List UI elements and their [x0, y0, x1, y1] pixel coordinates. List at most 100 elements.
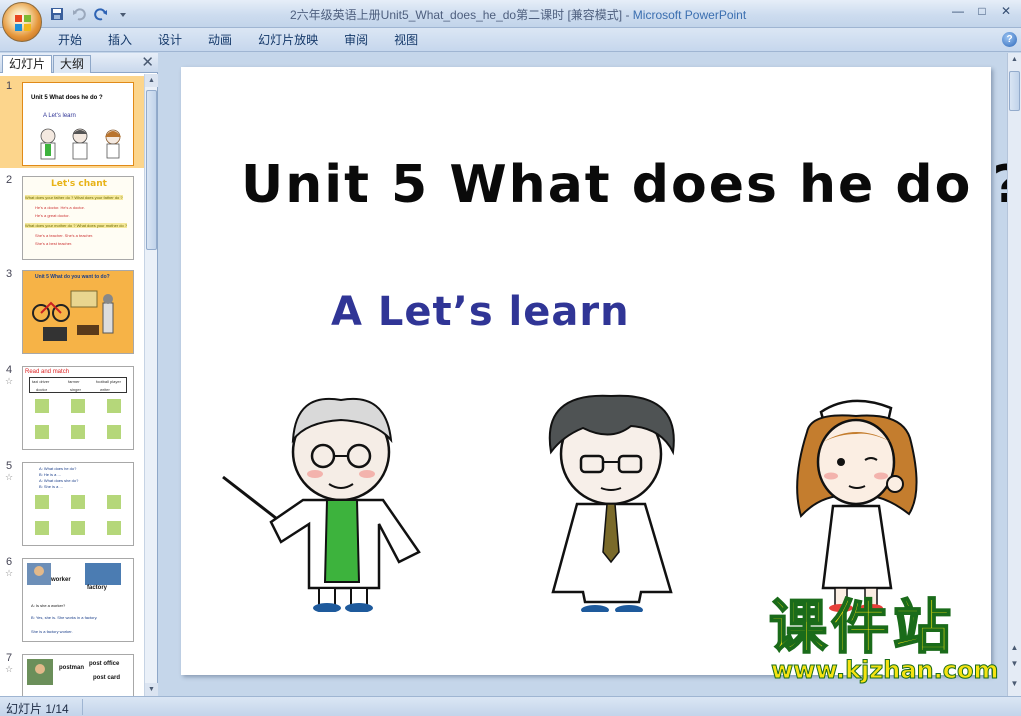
- job-characters-illustration[interactable]: [211, 392, 971, 612]
- tools-thumbnail: [32, 290, 114, 341]
- match-icons-thumbnail: [35, 399, 121, 439]
- scroll-up-icon[interactable]: ▲: [1008, 53, 1021, 67]
- thumb-title: Let's chant: [51, 179, 107, 189]
- thumb-line: He's a doctor. He's a doctor.: [35, 205, 85, 210]
- slide-indicator: 幻灯片 1/14: [6, 702, 69, 716]
- next-slide-icon[interactable]: ▼: [1008, 659, 1021, 668]
- slide-title[interactable]: Unit 5 What does he do ?: [241, 155, 1021, 215]
- tab-view[interactable]: 视图: [381, 31, 431, 49]
- slide-thumbnail-list: 1 Unit 5 What does he do ? A Let's learn: [0, 74, 144, 696]
- thumb-line: B: He is a ...: [39, 472, 61, 477]
- thumb-title: Read and match: [25, 369, 70, 375]
- tab-home[interactable]: 开始: [58, 31, 95, 49]
- slide-preview: Unit 5 What does he do ? A Let's learn: [22, 82, 134, 166]
- customize-toolbar-icon[interactable]: [114, 5, 132, 23]
- slide-preview: postman post office post card: [22, 654, 134, 696]
- animation-star-icon: ☆: [5, 664, 14, 674]
- old-doctor-figure: [222, 397, 421, 612]
- slide-thumbnail-7[interactable]: 7 ☆ postman post office post card: [0, 648, 144, 696]
- slide-thumbnail-6[interactable]: 6 ☆ worker factory A: Is she a worker? B…: [0, 552, 144, 644]
- save-icon[interactable]: [48, 5, 66, 23]
- slide-thumbnail-2[interactable]: 2 Let's chant What does your father do ?…: [0, 170, 144, 262]
- tab-insert[interactable]: 插入: [95, 31, 145, 49]
- thumb-subtitle: A Let's learn: [43, 113, 76, 119]
- tab-slideshow[interactable]: 幻灯片放映: [245, 31, 331, 49]
- slide-number: 2: [6, 174, 13, 186]
- postman-photo-thumbnail: [27, 659, 53, 685]
- app-name: Microsoft PowerPoint: [632, 8, 747, 22]
- ribbon: 开始 插入 设计 动画 幻灯片放映 审阅 视图 ?: [0, 28, 1021, 52]
- tab-slides[interactable]: 幻灯片: [2, 55, 53, 73]
- quick-access-toolbar: [48, 4, 132, 24]
- watermark: 课件站 www.kjzhan.com: [768, 597, 999, 685]
- scroll-down-icon[interactable]: ▼: [145, 683, 158, 696]
- slide-preview: Let's chant What does your father do ? W…: [22, 176, 134, 260]
- thumb-line: A: Is she a worker?: [31, 603, 66, 608]
- tab-design[interactable]: 设计: [145, 31, 195, 49]
- window-title: 2六年级英语上册Unit5_What_does_he_do第二课时 [兼容模式]…: [290, 6, 746, 23]
- match-icons-thumbnail: [35, 495, 121, 535]
- status-bar: 幻灯片 1/14: [0, 696, 1021, 716]
- document-title: 2六年级英语上册Unit5_What_does_he_do第二课时 [兼容模式]: [290, 8, 623, 22]
- current-slide[interactable]: Unit 5 What does he do ? A Let’s learn: [181, 67, 1021, 675]
- worker-photos-thumbnail: [27, 563, 121, 585]
- scroll-up-icon[interactable]: ▲: [145, 74, 158, 87]
- thumbnail-scrollbar[interactable]: ▲ ▼: [144, 74, 158, 696]
- ribbon-tabs: 开始 插入 设计 动画 幻灯片放映 审阅 视图: [58, 31, 431, 49]
- thumb-line: B: Yes, she is. She works in a factory.: [31, 615, 98, 620]
- office-button[interactable]: [2, 2, 42, 42]
- thumb-line: A: What does he do?: [39, 466, 77, 471]
- slide-preview: Unit 5 What do you want to do?: [22, 270, 134, 354]
- thumb-line: What does your father do ? What does you…: [25, 195, 123, 200]
- thumb-line: She's a best teacher.: [35, 241, 73, 246]
- thumb-line: He's a great doctor.: [35, 213, 70, 218]
- panel-tabs: 幻灯片 大纲 ✕: [0, 53, 158, 73]
- thumb-line: What does your mother do ? What does you…: [25, 223, 128, 228]
- close-button[interactable]: ✕: [995, 2, 1017, 20]
- animation-star-icon: ☆: [5, 568, 14, 578]
- watermark-url: www.kjzhan.com: [770, 656, 999, 685]
- slide-preview: worker factory A: Is she a worker? B: Ye…: [22, 558, 134, 642]
- nurse-figure: [796, 399, 918, 612]
- help-icon[interactable]: ?: [1002, 32, 1017, 47]
- slide-number: 1: [6, 80, 13, 92]
- thumb-word: post office: [89, 661, 120, 667]
- thumb-word: post card: [93, 675, 121, 681]
- thumb-word: postman: [59, 665, 85, 671]
- slide-thumbnail-5[interactable]: 5 ☆ A: What does he do? B: He is a ... A…: [0, 456, 144, 548]
- redo-icon[interactable]: [92, 5, 110, 23]
- slide-thumbnail-4[interactable]: 4 ☆ Read and match taxi driver farmer fo…: [0, 360, 144, 452]
- office-logo-icon: [15, 15, 31, 31]
- tab-review[interactable]: 审阅: [331, 31, 381, 49]
- thumb-line: She is a factory worker.: [31, 629, 73, 634]
- scroll-down-icon[interactable]: ▼: [1008, 679, 1021, 688]
- thumb-word-box: taxi driver farmer football player docto…: [29, 377, 127, 393]
- slide-thumbnail-1[interactable]: 1 Unit 5 What does he do ? A Let's learn: [0, 76, 144, 168]
- maximize-button[interactable]: □: [971, 2, 993, 20]
- slide-scrollbar[interactable]: ▲ ▲ ▼ ▼: [1007, 53, 1021, 696]
- scroll-thumb[interactable]: [1009, 71, 1020, 111]
- window-controls: — □ ✕: [947, 2, 1017, 20]
- title-separator: -: [622, 8, 633, 22]
- previous-slide-icon[interactable]: ▲: [1008, 643, 1021, 652]
- slide-subtitle[interactable]: A Let’s learn: [331, 289, 630, 335]
- tab-animations[interactable]: 动画: [195, 31, 245, 49]
- slide-number: 3: [6, 268, 13, 280]
- thumb-line: B: She is a ...: [39, 484, 63, 489]
- slides-panel: 幻灯片 大纲 ✕ 1 Unit 5 What does he do ? A Le…: [0, 53, 158, 696]
- slide-edit-area: Unit 5 What does he do ? A Let’s learn 课…: [159, 53, 1021, 696]
- thumb-word: factory: [87, 585, 108, 591]
- scroll-thumb[interactable]: [146, 90, 157, 250]
- tab-outline[interactable]: 大纲: [53, 55, 92, 73]
- undo-icon[interactable]: [70, 5, 88, 23]
- close-panel-icon[interactable]: ✕: [141, 55, 154, 70]
- thumb-title: Unit 5 What do you want to do?: [35, 274, 110, 280]
- thumb-line: A: What does she do?: [39, 478, 79, 483]
- characters-thumbnail: [40, 128, 121, 160]
- thumb-title: Unit 5 What does he do ?: [31, 95, 103, 101]
- slide-preview: Read and match taxi driver farmer footba…: [22, 366, 134, 450]
- minimize-button[interactable]: —: [947, 2, 969, 20]
- slide-thumbnail-3[interactable]: 3 Unit 5 What do you want to do?: [0, 264, 144, 356]
- slide-number: 5: [6, 460, 13, 472]
- title-bar: 2六年级英语上册Unit5_What_does_he_do第二课时 [兼容模式]…: [0, 0, 1021, 42]
